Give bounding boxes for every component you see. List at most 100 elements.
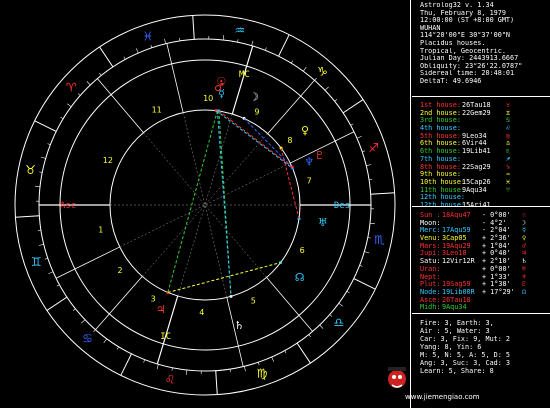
zodiac-sign-icon: ♈ <box>506 185 511 194</box>
house-cusp: 19Lib41 <box>462 147 491 156</box>
degree-tick <box>81 319 86 324</box>
zodiac-sign-icon: ♈ <box>66 81 77 95</box>
zodiac-sign-icon: ♓ <box>143 29 154 43</box>
degree-tick <box>338 303 343 307</box>
planet-glyph-icon: ♃ <box>156 303 166 316</box>
house-cusp: 22Gem29 <box>462 108 491 117</box>
degree-tick <box>77 93 81 96</box>
divider-line <box>412 206 550 207</box>
zodiac-sign-icon: ♊ <box>31 255 42 269</box>
degree-tick <box>278 51 282 57</box>
zodiac-sign-icon: ♉ <box>25 163 36 177</box>
axis-label: IC <box>160 332 171 342</box>
aspect-line <box>243 118 293 168</box>
header-line: Thu, February 8, 1979 <box>420 9 506 17</box>
element-summary: Fire: 3, Earth: 3, Air : 5, Water: 3 Car: … <box>420 319 550 376</box>
zodiac-sign-icon: ♎ <box>333 315 344 329</box>
degree-tick <box>350 123 354 126</box>
degree-tick <box>109 62 114 68</box>
house-number: 2 <box>118 266 123 275</box>
zodiac-sign-icon: ♒ <box>234 23 245 37</box>
degree-tick <box>72 308 76 311</box>
degree-tick <box>39 171 43 173</box>
degree-tick <box>244 366 246 372</box>
planet-glyph-icon: ☊ <box>522 287 527 296</box>
header-line: Obliquity: 23°26'22.0787" <box>420 62 523 70</box>
zodiac-sign-icon: ♋ <box>82 332 93 346</box>
degree-tick <box>56 284 60 287</box>
house-number: 1 <box>98 225 103 234</box>
degree-tick <box>334 99 338 102</box>
degree-tick <box>366 164 372 166</box>
degree-tick <box>47 143 51 145</box>
degree-tick <box>143 359 145 363</box>
house-cusp <box>462 117 496 125</box>
house-cusp: 22Sag29 <box>462 162 491 171</box>
header-line: Astrolog32 v. 1.34 <box>420 2 494 9</box>
degree-tick <box>303 67 307 72</box>
house-number: 9 <box>254 107 259 116</box>
header-line: Placidus houses. <box>420 39 486 47</box>
zodiac-sign-icon: ♑ <box>317 64 328 78</box>
house-cusp-line <box>231 45 254 115</box>
degree-tick <box>40 156 46 159</box>
degree-tick <box>314 77 317 81</box>
degree-tick <box>346 290 350 294</box>
degree-tick <box>290 60 294 64</box>
chart-header: Astrolog32 v. 1.34 Thu, February 8, 1979 1… <box>420 2 522 86</box>
degree-tick <box>251 40 254 46</box>
degree-tick <box>48 271 54 275</box>
degree-tick <box>271 356 275 362</box>
degree-tick <box>171 367 173 371</box>
house-number: 11 <box>152 106 162 115</box>
house-cusp-line <box>55 246 120 279</box>
planet-glyph-icon: ♅ <box>318 216 328 229</box>
degree-tick <box>156 364 159 370</box>
degree-tick <box>135 48 139 54</box>
aspect-line <box>218 110 293 168</box>
planet-name: Midh: <box>420 303 441 312</box>
astrology-wheel[interactable]: ♈♉♊♋♌ ♍♎♏♐♑♒♓123456789101112Asc DesMCIC☉☽☿… <box>0 0 410 408</box>
degree-tick <box>86 81 91 86</box>
aspect-line <box>215 110 293 169</box>
header-line: Sidereal time: 20:48:01 <box>420 70 515 78</box>
watermark-text: www.jiemengiao.com <box>405 393 480 401</box>
degree-tick <box>237 39 239 43</box>
zodiac-sign-icon: ♏ <box>374 233 385 247</box>
degree-tick <box>296 342 301 348</box>
degree-tick <box>319 324 324 329</box>
degree-tick <box>38 244 44 246</box>
house-number: 3 <box>151 295 156 304</box>
degree-tick <box>44 257 48 260</box>
axis-label: Des <box>334 201 350 211</box>
degree-tick <box>265 47 267 51</box>
chart-area[interactable]: ♈ ♉ ♊ ♋ ♌ ♍ ♎ ♏ ♐ ♑ ♒ ♓ 1 2 3 4 5 6 7 8 9 10 11 12 Asc Des MC IC ☉ ☽ ☿… <box>0 0 410 408</box>
degree-tick <box>123 56 126 60</box>
planet-row: Midh: 9Aqu34 <box>420 304 550 312</box>
degree-tick <box>34 185 41 188</box>
planet-glyph-icon: ♇ <box>315 149 325 162</box>
degree-tick <box>369 222 376 225</box>
degree-tick <box>150 44 153 48</box>
degree-tick <box>164 38 166 44</box>
axis-line <box>182 112 228 298</box>
degree-tick <box>353 278 359 282</box>
degree-tick <box>62 296 68 301</box>
planet-glyph-icon: ♄ <box>234 319 244 332</box>
planet-position: 12Vir12R <box>442 257 475 266</box>
header-line: 114°20'00"E 30°37'00"N <box>420 32 511 40</box>
header-line: DeltaT: 49.6946 <box>420 77 482 85</box>
element-line: Learn: 5, Share: 8 <box>420 367 494 375</box>
planet-glyph-icon: ♆ <box>304 155 314 168</box>
info-panel: Astrolog32 v. 1.34 Thu, February 8, 1979 1… <box>418 0 550 408</box>
degree-tick <box>185 369 188 376</box>
planet-latitude: + 17°29' <box>482 287 515 296</box>
planet-position: 18Aqu47 <box>442 211 471 219</box>
degree-tick <box>308 334 311 338</box>
house-cusp: 9Aqu34 <box>462 185 487 194</box>
house-number: 5 <box>251 296 256 305</box>
degree-tick <box>257 362 260 366</box>
degree-tick <box>324 86 329 91</box>
panel-divider <box>410 0 411 408</box>
degree-tick <box>367 237 371 239</box>
